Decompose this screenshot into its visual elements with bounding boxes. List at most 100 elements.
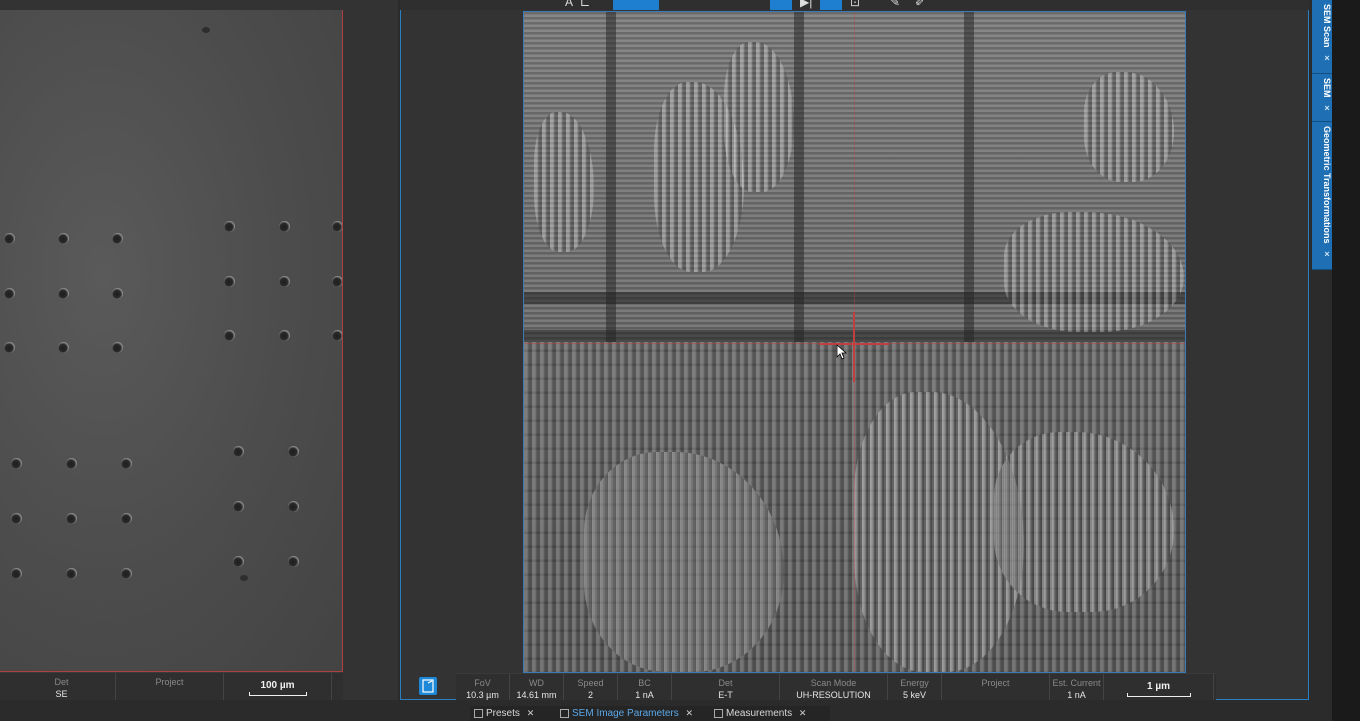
project-cell[interactable]: Project <box>116 673 224 701</box>
tab-measurements-label: Measurements <box>726 708 793 719</box>
det-cell[interactable]: Det E-T <box>672 674 780 702</box>
project-cell[interactable]: Project <box>942 674 1050 702</box>
hole-marker <box>224 276 235 287</box>
side-panel-background <box>1312 270 1332 721</box>
scalebar-line <box>1126 693 1191 697</box>
tab-geometric-transformations[interactable]: Geometric Transformations × <box>1312 122 1332 270</box>
hole-marker <box>66 513 77 524</box>
hole-marker <box>279 221 290 232</box>
text-tool-icon[interactable]: A <box>565 0 573 8</box>
dust-particle <box>202 27 210 33</box>
label-tool-icon[interactable]: ⊏ <box>580 0 590 8</box>
document-icon[interactable] <box>419 677 437 695</box>
det-label: Det <box>718 678 733 688</box>
hole-marker <box>224 221 235 232</box>
project-label: Project <box>155 677 184 687</box>
pin-close-icons[interactable]: ✕ <box>686 708 694 718</box>
scalebar-cell: 1 µm <box>1104 674 1214 702</box>
pen-icon[interactable]: ✎ <box>890 0 900 8</box>
pin-close-icons[interactable]: ✕ <box>527 708 535 718</box>
det-value: SE <box>55 689 68 699</box>
tab-sem-scan[interactable]: SEM Scan × <box>1312 0 1332 74</box>
left-viewport[interactable]: Det SE Project 100 µm <box>0 0 398 701</box>
hole-marker <box>58 342 69 353</box>
hole-marker <box>4 288 15 299</box>
hole-marker <box>66 458 77 469</box>
ruler-icon <box>714 709 723 718</box>
est-current-cell[interactable]: Est. Current 1 nA <box>1050 674 1104 702</box>
hole-marker <box>233 556 244 567</box>
bottom-tab-bar: Presets ✕ SEM Image Parameters ✕ Measure… <box>470 706 830 721</box>
hole-marker <box>112 233 123 244</box>
hole-marker <box>112 288 123 299</box>
image-feature <box>1084 72 1174 182</box>
hole-marker <box>233 501 244 512</box>
dust-particle <box>240 575 248 581</box>
tab-sem-label: SEM <box>1322 78 1332 98</box>
hole-marker <box>11 568 22 579</box>
image-feature <box>1004 212 1184 332</box>
tab-sem-image-parameters[interactable]: SEM Image Parameters ✕ <box>558 706 710 721</box>
hole-marker <box>279 276 290 287</box>
image-feature <box>724 42 794 192</box>
hole-marker <box>288 556 299 567</box>
est-current-label: Est. Current <box>1052 678 1101 688</box>
play-scan-button[interactable] <box>820 0 842 10</box>
sem-live-image[interactable] <box>523 11 1186 673</box>
hole-marker <box>66 568 77 579</box>
hole-marker <box>11 513 22 524</box>
scalebar-label: 100 µm <box>260 680 295 691</box>
top-toolbar: A ⊏ ▶| ⊡ ✎ ✐ <box>400 0 1309 10</box>
scan-mode-label: Scan Mode <box>810 678 857 688</box>
hole-marker <box>58 233 69 244</box>
frame-icon[interactable]: ⊡ <box>850 0 860 8</box>
overview-image[interactable] <box>0 10 343 672</box>
tab-presets-label: Presets <box>486 708 520 719</box>
side-tab-strip: SEM Scan × SEM × Geometric Transformatio… <box>1312 0 1332 270</box>
tab-sem[interactable]: SEM × <box>1312 74 1332 122</box>
speed-label: Speed <box>577 678 604 688</box>
hole-marker <box>4 233 15 244</box>
close-icon[interactable]: × <box>1322 249 1332 259</box>
scan-mode-cell[interactable]: Scan Mode UH-RESOLUTION <box>780 674 888 702</box>
hole-marker <box>279 330 290 341</box>
bc-cell[interactable]: BC 1 nA <box>618 674 672 702</box>
eraser-icon[interactable]: ✐ <box>915 0 925 8</box>
step-forward-icon[interactable]: ▶| <box>800 0 812 8</box>
right-viewport[interactable]: FoV 10.3 µm WD 14.61 mm Speed 2 BC 1 nA … <box>400 0 1309 702</box>
center-marker <box>853 312 855 382</box>
hole-marker <box>4 342 15 353</box>
speed-cell[interactable]: Speed 2 <box>564 674 618 702</box>
pin-close-icons[interactable]: ✕ <box>799 708 807 718</box>
scalebar-cell: 100 µm <box>224 673 332 701</box>
pause-scan-button[interactable] <box>770 0 792 10</box>
close-icon[interactable]: × <box>1322 103 1332 113</box>
det-cell[interactable]: Det SE <box>8 673 116 701</box>
sem-application-window: Det SE Project 100 µm FoV 10.3 µm WD 14.… <box>0 0 1360 721</box>
fov-cell[interactable]: FoV 10.3 µm <box>456 674 510 702</box>
tab-sem-scan-label: SEM Scan <box>1322 4 1332 48</box>
image-icon <box>560 709 569 718</box>
active-tool-button[interactable] <box>613 0 659 10</box>
hole-marker <box>121 513 132 524</box>
mouse-pointer-icon <box>836 344 848 360</box>
hole-marker <box>288 501 299 512</box>
hole-marker <box>58 288 69 299</box>
tab-measurements[interactable]: Measurements ✕ <box>712 706 828 721</box>
hole-marker <box>233 446 244 457</box>
image-feature <box>534 112 594 252</box>
fov-label: FoV <box>474 678 491 688</box>
bc-label: BC <box>638 678 651 688</box>
wd-cell[interactable]: WD 14.61 mm <box>510 674 564 702</box>
right-status-bar: FoV 10.3 µm WD 14.61 mm Speed 2 BC 1 nA … <box>456 673 1216 702</box>
energy-cell[interactable]: Energy 5 keV <box>888 674 942 702</box>
hole-marker <box>332 221 342 232</box>
hole-marker <box>121 458 132 469</box>
close-icon[interactable]: × <box>1322 53 1332 63</box>
tab-presets[interactable]: Presets ✕ <box>472 706 556 721</box>
project-value <box>116 687 223 689</box>
wd-label: WD <box>529 678 544 688</box>
hole-marker <box>11 458 22 469</box>
hole-marker <box>332 276 342 287</box>
left-status-bar: Det SE Project 100 µm <box>0 672 343 701</box>
